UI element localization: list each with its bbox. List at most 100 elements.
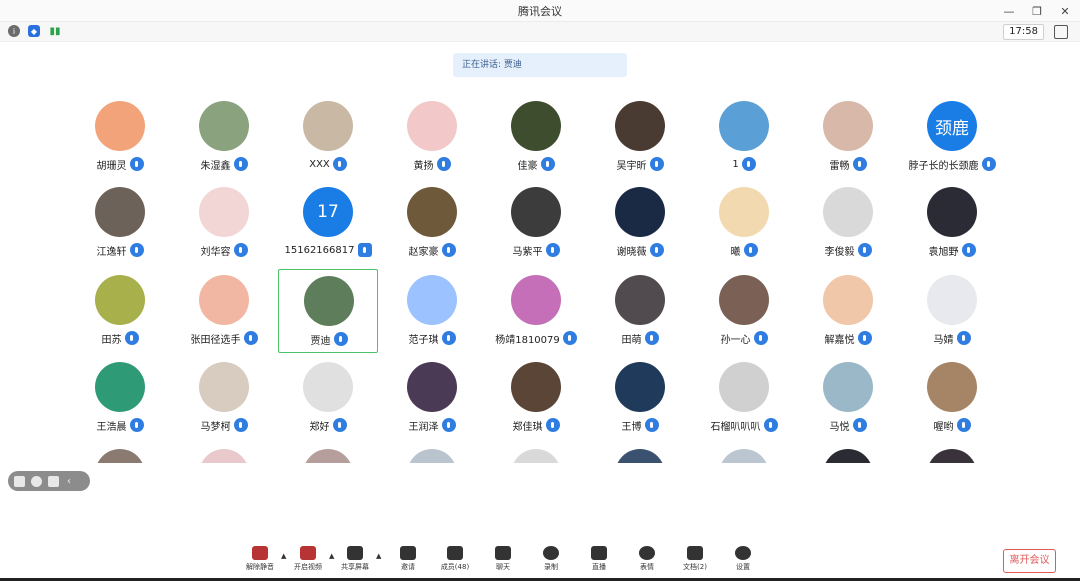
partial-avatar — [927, 449, 977, 463]
toolbar-item[interactable]: 解除静音 — [237, 544, 283, 578]
participant-tile[interactable]: 谢晓薇 — [590, 181, 690, 265]
participant-name-row: 范子琪 — [382, 330, 482, 346]
participant-name-row: 袁旭野 — [902, 242, 1002, 258]
participant-tile[interactable]: 杨靖1810079 — [486, 269, 586, 353]
participant-name-row: 杨靖1810079 — [486, 330, 586, 346]
avatar — [95, 362, 145, 412]
participant-tile[interactable]: 佳豪 — [486, 95, 586, 179]
leave-meeting-button[interactable]: 离开会议 — [1003, 549, 1056, 573]
chevron-left-icon[interactable]: ‹ — [67, 476, 71, 487]
mic-icon — [852, 157, 867, 171]
avatar — [199, 275, 249, 325]
participant-tile[interactable]: 颈鹿 脖子长的长颈鹿 — [902, 95, 1002, 179]
toolbar-item[interactable]: 邀请 — [385, 544, 431, 578]
participant-tile[interactable]: 李俊毅 — [798, 181, 898, 265]
mic-icon — [956, 331, 971, 345]
participant-tile[interactable]: 江逸轩 — [70, 181, 170, 265]
participant-tile[interactable]: 解嘉悦 — [798, 269, 898, 353]
participant-tile[interactable]: 郑好 — [278, 356, 378, 440]
avatar — [927, 187, 977, 237]
floating-controls[interactable]: ‹ — [8, 471, 90, 491]
participant-name: 王润泽 — [408, 421, 439, 433]
participant-name: 田苏 — [101, 334, 122, 346]
chat-icon[interactable] — [48, 475, 59, 487]
participant-tile[interactable]: 马紫平 — [486, 181, 586, 265]
partial-avatar — [95, 449, 145, 463]
mic-icon — [243, 331, 258, 345]
layout-icon[interactable] — [14, 475, 25, 487]
avatar — [823, 362, 873, 412]
toolbar-item[interactable]: 共享屏幕 — [332, 544, 378, 578]
participant-name: XXX — [309, 158, 330, 170]
avatar — [719, 187, 769, 237]
avatar — [927, 362, 977, 412]
avatar — [95, 275, 145, 325]
participant-name-row: 1 — [694, 156, 794, 172]
participant-tile[interactable]: 张田径选手 — [174, 269, 274, 353]
participant-name-row: 朱湿鑫 — [174, 156, 274, 172]
participant-name: 朱湿鑫 — [200, 160, 231, 172]
participant-tile[interactable]: 吴宇昕 — [590, 95, 690, 179]
participant-tile[interactable]: 1 — [694, 95, 794, 179]
avatar — [511, 275, 561, 325]
emoji-icon[interactable] — [31, 475, 42, 487]
toolbar-item[interactable]: 聊天 — [480, 544, 526, 578]
participant-tile[interactable]: 石榴叭叭叭 — [694, 356, 794, 440]
participant-tile[interactable]: 贾迪 — [278, 269, 378, 353]
participant-tile[interactable]: 黄扬 — [382, 95, 482, 179]
participant-tile[interactable]: 王博 — [590, 356, 690, 440]
participant-name-row: 王润泽 — [382, 417, 482, 433]
avatar — [823, 275, 873, 325]
avatar — [615, 187, 665, 237]
participant-name-row: 曦 — [694, 242, 794, 258]
participant-tile[interactable]: 马梦柯 — [174, 356, 274, 440]
toolbar-label: 解除静音 — [246, 563, 274, 571]
participant-name: 范子琪 — [408, 334, 439, 346]
participant-tile[interactable]: 马婧 — [902, 269, 1002, 353]
participant-tile[interactable]: 王浩晨 — [70, 356, 170, 440]
toolbar-item[interactable]: 表情 — [624, 544, 670, 578]
toolbar-item[interactable]: 录制 — [528, 544, 574, 578]
participant-tile[interactable]: 喔哟 — [902, 356, 1002, 440]
mic-icon — [852, 418, 867, 432]
participant-tile[interactable]: 田苏 — [70, 269, 170, 353]
participant-name: 赵家豪 — [408, 246, 439, 258]
participant-tile[interactable]: 孙一心 — [694, 269, 794, 353]
phone-icon — [357, 243, 372, 257]
toolbar-item[interactable]: 文档(2) — [672, 544, 718, 578]
caret-up-icon[interactable]: ▲ — [376, 552, 381, 560]
toolbar-item[interactable]: 设置 — [720, 544, 766, 578]
avatar — [615, 101, 665, 151]
participant-tile[interactable]: 朱湿鑫 — [174, 95, 274, 179]
avatar — [615, 275, 665, 325]
participant-tile[interactable]: 刘华容 — [174, 181, 274, 265]
participant-tile[interactable]: 田萌 — [590, 269, 690, 353]
toolbar-item[interactable]: 直播 — [576, 544, 622, 578]
participant-tile[interactable]: 胡珊灵 — [70, 95, 170, 179]
mic-icon — [981, 157, 996, 171]
avatar — [95, 101, 145, 151]
participant-tile[interactable]: 马悦 — [798, 356, 898, 440]
participant-tile[interactable]: 范子琪 — [382, 269, 482, 353]
participant-name: 刘华容 — [200, 246, 231, 258]
mic-icon — [961, 243, 976, 257]
mic-icon — [332, 157, 347, 171]
participant-tile[interactable]: XXX — [278, 95, 378, 179]
participant-name: 孙一心 — [720, 334, 751, 346]
participant-tile[interactable]: 袁旭野 — [902, 181, 1002, 265]
participant-tile[interactable]: 17 15162166817 — [278, 181, 378, 265]
participant-name: 郑好 — [309, 421, 330, 433]
participant-name: 佳豪 — [517, 160, 538, 172]
mic-icon — [129, 243, 144, 257]
participant-name: 田萌 — [621, 334, 642, 346]
participant-tile[interactable]: 雷畅 — [798, 95, 898, 179]
toolbar-item[interactable]: 开启视频 — [285, 544, 331, 578]
participant-name-row: 王浩晨 — [70, 417, 170, 433]
participant-tile[interactable]: 王润泽 — [382, 356, 482, 440]
participant-tile[interactable]: 曦 — [694, 181, 794, 265]
participant-tile[interactable]: 赵家豪 — [382, 181, 482, 265]
participant-tile[interactable]: 郑佳琪 — [486, 356, 586, 440]
participant-name-row: 解嘉悦 — [798, 330, 898, 346]
participant-name-row: 刘华容 — [174, 242, 274, 258]
toolbar-item[interactable]: 成员(48) — [432, 544, 478, 578]
